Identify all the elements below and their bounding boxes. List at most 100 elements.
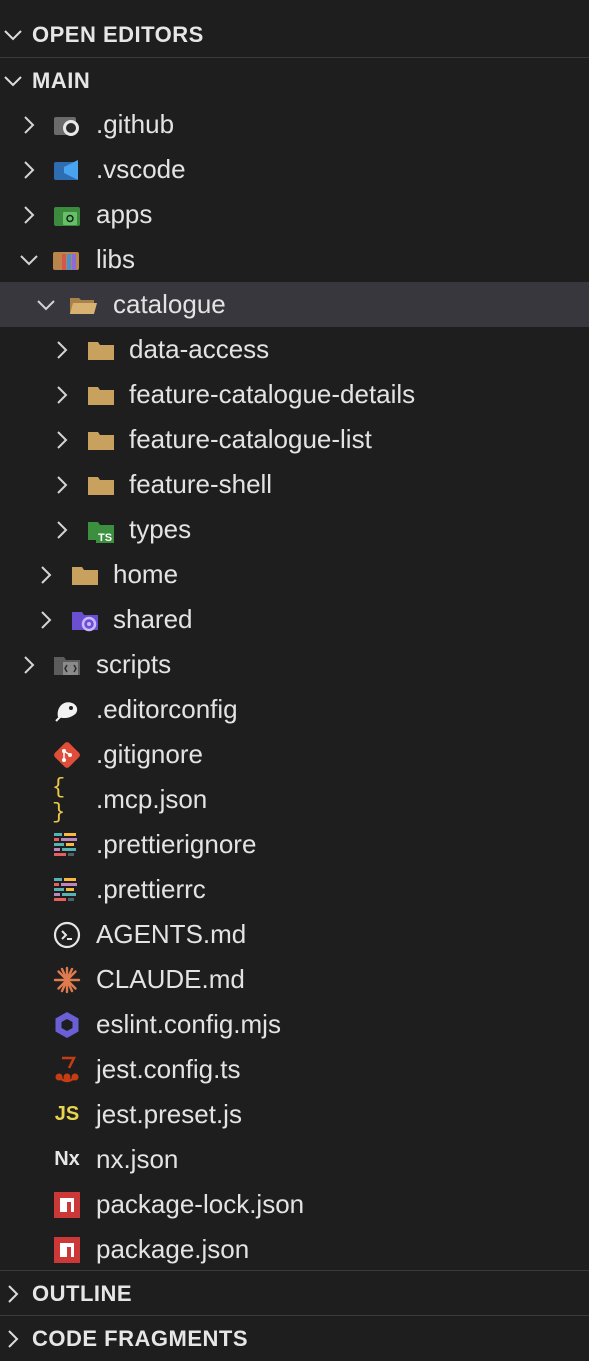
tree-label: home — [113, 559, 179, 589]
tree-file-jest-config[interactable]: jest.config.ts — [0, 1047, 589, 1092]
tree-label: feature-shell — [129, 469, 273, 499]
tree-folder-apps[interactable]: apps — [0, 192, 589, 237]
chevron-down-icon — [2, 70, 24, 92]
chevron-right-icon — [35, 564, 57, 586]
tree-label: .github — [96, 109, 175, 139]
git-icon — [52, 740, 82, 770]
scripts-folder-icon — [52, 650, 82, 680]
tree-file-agents-md[interactable]: AGENTS.md — [0, 912, 589, 957]
chevron-right-icon — [51, 384, 73, 406]
prettier-icon — [52, 830, 82, 860]
tree-label: .prettierignore — [96, 829, 257, 859]
libs-folder-open-icon — [52, 245, 82, 275]
tree-label: AGENTS.md — [96, 919, 247, 949]
folder-icon — [86, 470, 116, 500]
tree-label: eslint.config.mjs — [96, 1009, 281, 1039]
section-label: OPEN EDITORS — [32, 21, 204, 47]
chevron-down-icon — [18, 249, 40, 271]
chevron-right-icon — [2, 1283, 24, 1305]
section-code-fragments[interactable]: CODE FRAGMENTS — [0, 1316, 589, 1361]
chevron-right-icon — [18, 159, 40, 181]
chevron-right-icon — [18, 114, 40, 136]
tree-file-mcp-json[interactable]: { } .mcp.json — [0, 774, 589, 825]
folder-open-icon — [68, 290, 98, 320]
tree-folder-feature-catalogue-details[interactable]: feature-catalogue-details — [0, 372, 589, 417]
tree-file-eslint-config[interactable]: eslint.config.mjs — [0, 1002, 589, 1047]
tree-label: data-access — [129, 334, 270, 364]
javascript-icon: JS — [54, 1103, 80, 1125]
tree-label: catalogue — [113, 289, 226, 319]
tree-label: shared — [113, 604, 193, 634]
tree-label: feature-catalogue-list — [129, 424, 372, 454]
chevron-right-icon — [51, 474, 73, 496]
claude-icon — [52, 965, 82, 995]
tree-file-prettierignore[interactable]: .prettierignore — [0, 822, 589, 867]
agents-icon — [52, 920, 82, 950]
chevron-right-icon — [35, 609, 57, 631]
vscode-folder-icon — [52, 155, 82, 185]
tree-label: types — [129, 514, 192, 544]
github-folder-icon — [52, 110, 82, 140]
tree-label: package.json — [96, 1234, 250, 1264]
jest-icon — [52, 1055, 82, 1085]
tree-file-editorconfig[interactable]: .editorconfig — [0, 687, 589, 732]
folder-icon — [70, 560, 100, 590]
tree-folder-github[interactable]: .github — [0, 102, 589, 147]
tree-folder-scripts[interactable]: scripts — [0, 642, 589, 687]
tree-label: jest.preset.js — [96, 1099, 242, 1129]
tree-label: jest.config.ts — [96, 1054, 241, 1084]
tree-file-claude-md[interactable]: CLAUDE.md — [0, 957, 589, 1002]
npm-icon — [52, 1190, 82, 1220]
section-main[interactable]: MAIN — [0, 58, 589, 103]
json-braces-icon: { } — [52, 774, 66, 825]
chevron-right-icon — [18, 204, 40, 226]
editorconfig-icon — [52, 695, 82, 725]
tree-folder-types[interactable]: TS types — [0, 507, 589, 552]
section-label: MAIN — [32, 67, 91, 93]
tree-label: apps — [96, 199, 153, 229]
apps-folder-icon — [52, 200, 82, 230]
tree-folder-catalogue[interactable]: catalogue — [0, 282, 589, 327]
tree-file-nx-json[interactable]: Nx nx.json — [0, 1137, 589, 1182]
tree-label: nx.json — [96, 1144, 179, 1174]
shared-folder-icon — [70, 605, 100, 635]
tree-label: feature-catalogue-details — [129, 379, 416, 409]
tree-label: package-lock.json — [96, 1189, 305, 1219]
tree-folder-feature-shell[interactable]: feature-shell — [0, 462, 589, 507]
chevron-right-icon — [2, 24, 24, 46]
svg-text:TS: TS — [98, 532, 112, 544]
tree-folder-libs[interactable]: libs — [0, 237, 589, 282]
chevron-right-icon — [18, 654, 40, 676]
tree-folder-data-access[interactable]: data-access — [0, 327, 589, 372]
tree-file-package-lock-json[interactable]: package-lock.json — [0, 1182, 589, 1227]
npm-icon — [52, 1235, 82, 1265]
tree-file-gitignore[interactable]: .gitignore — [0, 732, 589, 777]
section-open-editors[interactable]: OPEN EDITORS — [0, 12, 589, 57]
chevron-right-icon — [51, 339, 73, 361]
tree-label: .prettierrc — [96, 874, 206, 904]
tree-folder-vscode[interactable]: .vscode — [0, 147, 589, 192]
tree-label: .vscode — [96, 154, 186, 184]
folder-icon — [86, 335, 116, 365]
section-outline[interactable]: OUTLINE — [0, 1271, 589, 1316]
tree-label: scripts — [96, 649, 172, 679]
folder-icon — [86, 380, 116, 410]
prettier-icon — [52, 875, 82, 905]
chevron-right-icon — [2, 1328, 24, 1350]
section-label: OUTLINE — [32, 1280, 133, 1306]
typescript-folder-icon: TS — [86, 515, 116, 545]
tree-label: libs — [96, 244, 136, 274]
tree-folder-feature-catalogue-list[interactable]: feature-catalogue-list — [0, 417, 589, 462]
tree-file-jest-preset[interactable]: JS jest.preset.js — [0, 1092, 589, 1137]
tree-folder-home[interactable]: home — [0, 552, 589, 597]
section-label: CODE FRAGMENTS — [32, 1325, 248, 1351]
tree-label: CLAUDE.md — [96, 964, 245, 994]
tree-folder-shared[interactable]: shared — [0, 597, 589, 642]
folder-icon — [86, 425, 116, 455]
chevron-down-icon — [35, 294, 57, 316]
tree-file-prettierrc[interactable]: .prettierrc — [0, 867, 589, 912]
tree-label: .editorconfig — [96, 694, 238, 724]
tree-label: .gitignore — [96, 739, 203, 769]
tree-label: .mcp.json — [96, 784, 208, 814]
tree-file-package-json[interactable]: package.json — [0, 1227, 589, 1272]
